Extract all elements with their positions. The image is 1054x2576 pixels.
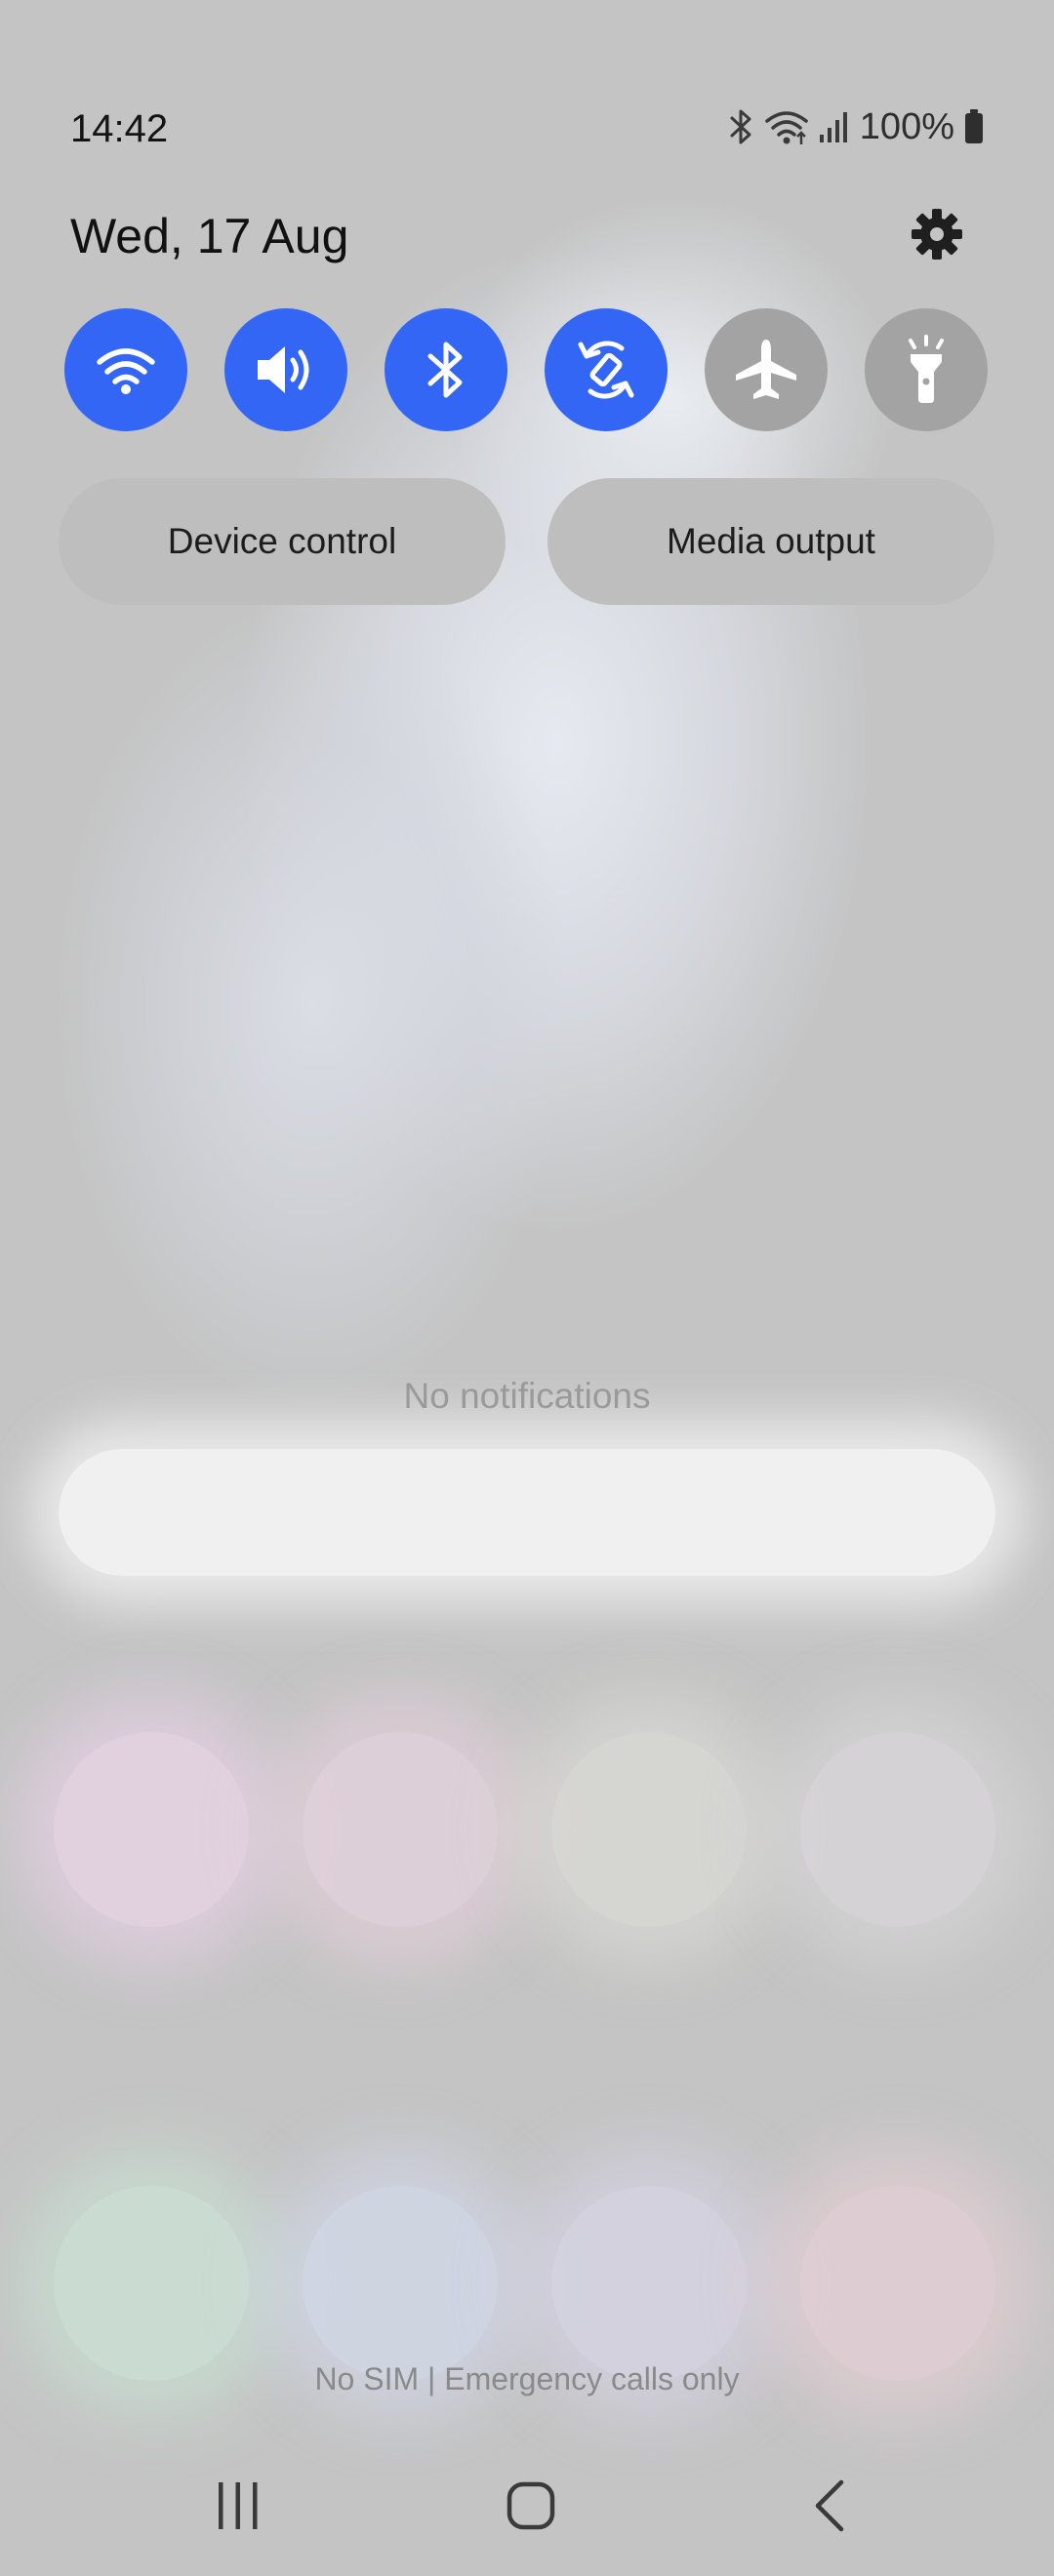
recents-button[interactable] xyxy=(189,2469,287,2547)
auto-rotate-toggle[interactable] xyxy=(545,308,668,431)
back-icon xyxy=(810,2478,849,2538)
battery-icon xyxy=(964,109,984,144)
bluetooth-icon xyxy=(425,340,467,400)
airplane-icon xyxy=(732,336,800,404)
airplane-mode-toggle[interactable] xyxy=(705,308,828,431)
recents-icon xyxy=(215,2480,262,2536)
wifi-icon xyxy=(96,344,156,395)
flashlight-icon xyxy=(899,335,953,405)
status-icons: 100% xyxy=(729,101,984,152)
bluetooth-toggle[interactable] xyxy=(385,308,507,431)
signal-icon xyxy=(819,109,850,144)
flashlight-toggle[interactable] xyxy=(865,308,988,431)
sound-icon xyxy=(254,341,318,399)
back-button[interactable] xyxy=(781,2469,878,2547)
wifi-toggle[interactable] xyxy=(64,308,187,431)
media-output-button[interactable]: Media output xyxy=(547,478,994,605)
auto-rotate-icon xyxy=(571,335,641,405)
status-time: 14:42 xyxy=(70,107,169,150)
carrier-status: No SIM | Emergency calls only xyxy=(314,2361,740,2396)
gear-icon xyxy=(910,207,964,266)
battery-percentage: 100% xyxy=(859,105,954,147)
home-button[interactable] xyxy=(482,2469,580,2547)
device-control-button[interactable]: Device control xyxy=(59,478,506,605)
sound-toggle[interactable] xyxy=(224,308,347,431)
no-notifications-label: No notifications xyxy=(403,1376,651,1416)
wifi-icon xyxy=(764,107,809,146)
settings-button[interactable] xyxy=(906,205,968,267)
date-label: Wed, 17 Aug xyxy=(70,209,349,263)
bluetooth-icon xyxy=(729,108,754,145)
home-icon xyxy=(506,2480,556,2536)
